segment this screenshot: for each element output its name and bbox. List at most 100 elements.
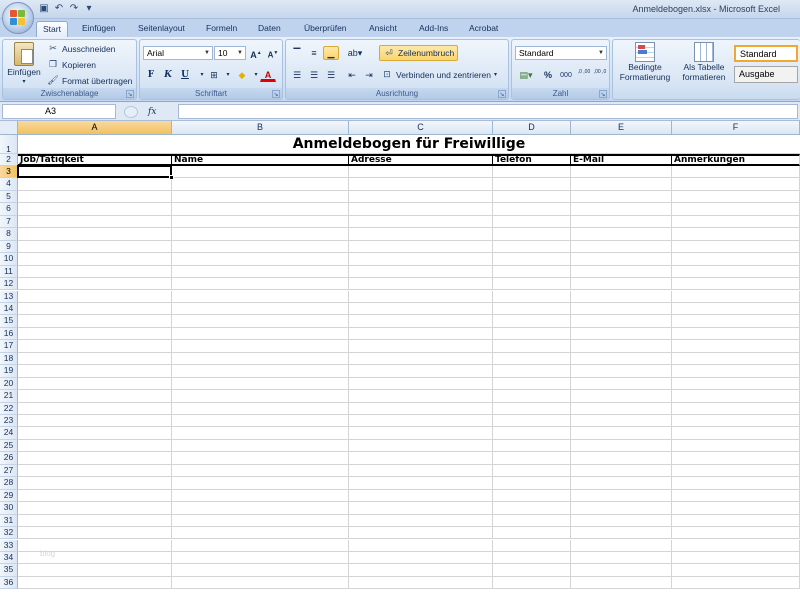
cell[interactable] [493, 215, 571, 229]
cell[interactable] [172, 539, 349, 552]
increase-decimal-button[interactable]: ,0 ,00 [576, 68, 592, 82]
column-header-e[interactable]: E [571, 121, 672, 135]
format-painter-button[interactable]: 🖌 Format übertragen [47, 75, 132, 86]
cell[interactable] [493, 514, 571, 528]
wrap-text-button[interactable]: ⏎ Zeilenumbruch [379, 45, 459, 61]
row-header[interactable]: 7 [0, 215, 18, 229]
cell[interactable] [18, 464, 172, 478]
decrease-decimal-button[interactable]: ,00 ,0 [592, 68, 608, 82]
decrease-indent-icon[interactable]: ⇤ [344, 68, 360, 82]
cut-button[interactable]: ✂ Ausschneiden [47, 43, 115, 54]
tab-daten[interactable]: Daten [252, 21, 287, 37]
cell[interactable] [493, 489, 571, 503]
cell[interactable] [571, 365, 672, 378]
cell[interactable] [172, 215, 349, 229]
increase-indent-icon[interactable]: ⇥ [361, 68, 377, 82]
cell[interactable] [672, 564, 800, 577]
cell[interactable] [18, 489, 172, 503]
cell[interactable] [672, 539, 800, 552]
cell[interactable] [18, 377, 172, 391]
cell[interactable] [349, 215, 493, 229]
cell[interactable] [571, 203, 672, 216]
cell[interactable] [172, 278, 349, 291]
row-header[interactable]: 27 [0, 464, 18, 478]
cell[interactable] [18, 290, 172, 303]
row-header[interactable]: 35 [0, 564, 18, 577]
cell[interactable] [18, 215, 172, 229]
dialog-launcher-icon[interactable]: ↘ [498, 90, 506, 98]
cell[interactable] [493, 477, 571, 490]
cell[interactable] [349, 477, 493, 490]
cell[interactable] [571, 377, 672, 391]
tab-start[interactable]: Start [36, 21, 68, 37]
row-header[interactable]: 26 [0, 452, 18, 465]
align-top-icon[interactable]: ▔ [289, 46, 305, 60]
cell[interactable] [493, 365, 571, 378]
cell[interactable] [493, 427, 571, 440]
cell[interactable] [172, 352, 349, 366]
undo-icon[interactable]: ↶ [53, 3, 65, 15]
cell[interactable] [349, 415, 493, 428]
cell[interactable] [18, 390, 172, 403]
cell[interactable] [18, 253, 172, 266]
insert-function-button[interactable]: fx [148, 107, 156, 117]
font-name-select[interactable]: Arial ▼ [143, 46, 213, 60]
cell[interactable] [571, 564, 672, 577]
cell[interactable] [493, 352, 571, 366]
cell[interactable] [349, 190, 493, 204]
cell[interactable] [18, 166, 172, 179]
cell[interactable] [672, 178, 800, 191]
grow-font-icon[interactable]: A▲ [248, 46, 264, 60]
cell[interactable] [672, 402, 800, 415]
cell[interactable] [349, 315, 493, 328]
cell[interactable] [493, 178, 571, 191]
row-header[interactable]: 24 [0, 427, 18, 440]
cell[interactable] [172, 527, 349, 540]
cell[interactable] [672, 576, 800, 590]
row-header[interactable]: 31 [0, 514, 18, 528]
cell[interactable] [571, 477, 672, 490]
name-box[interactable]: A3 [2, 104, 116, 119]
cell[interactable] [493, 203, 571, 216]
row-header[interactable]: 19 [0, 365, 18, 378]
cell[interactable] [672, 415, 800, 428]
orientation-icon[interactable]: ab▾ [344, 46, 366, 60]
row-header[interactable]: 21 [0, 390, 18, 403]
cell[interactable] [493, 527, 571, 540]
row-header[interactable]: 4 [0, 178, 18, 191]
formula-expander-icon[interactable] [124, 105, 138, 118]
customize-icon[interactable]: ▾ [83, 3, 95, 15]
row-header[interactable]: 33 [0, 539, 18, 552]
cell[interactable] [672, 489, 800, 503]
row-header[interactable]: 22 [0, 402, 18, 415]
cell[interactable] [571, 576, 672, 590]
align-middle-icon[interactable]: ≡ [306, 46, 322, 60]
cell[interactable] [571, 340, 672, 353]
cell[interactable] [18, 340, 172, 353]
cell[interactable] [493, 340, 571, 353]
cell[interactable] [571, 327, 672, 341]
cell[interactable] [571, 352, 672, 366]
cell[interactable] [172, 377, 349, 391]
column-title-cell[interactable]: E-Mail [571, 154, 672, 166]
cell[interactable] [18, 415, 172, 428]
cell[interactable] [172, 302, 349, 316]
cell[interactable] [571, 489, 672, 503]
cell[interactable] [349, 265, 493, 279]
cell[interactable] [172, 327, 349, 341]
cell[interactable] [571, 265, 672, 279]
column-header-f[interactable]: F [672, 121, 800, 135]
cell[interactable] [571, 551, 672, 565]
cell[interactable] [672, 377, 800, 391]
cell[interactable] [672, 166, 800, 179]
cell[interactable] [349, 253, 493, 266]
cell[interactable] [672, 427, 800, 440]
cell[interactable] [493, 390, 571, 403]
cell[interactable] [349, 166, 493, 179]
cell[interactable] [18, 527, 172, 540]
cell[interactable] [672, 253, 800, 266]
cell[interactable] [349, 489, 493, 503]
copy-button[interactable]: ❐ Kopieren [47, 59, 96, 70]
cell[interactable] [349, 402, 493, 415]
cell[interactable] [172, 477, 349, 490]
